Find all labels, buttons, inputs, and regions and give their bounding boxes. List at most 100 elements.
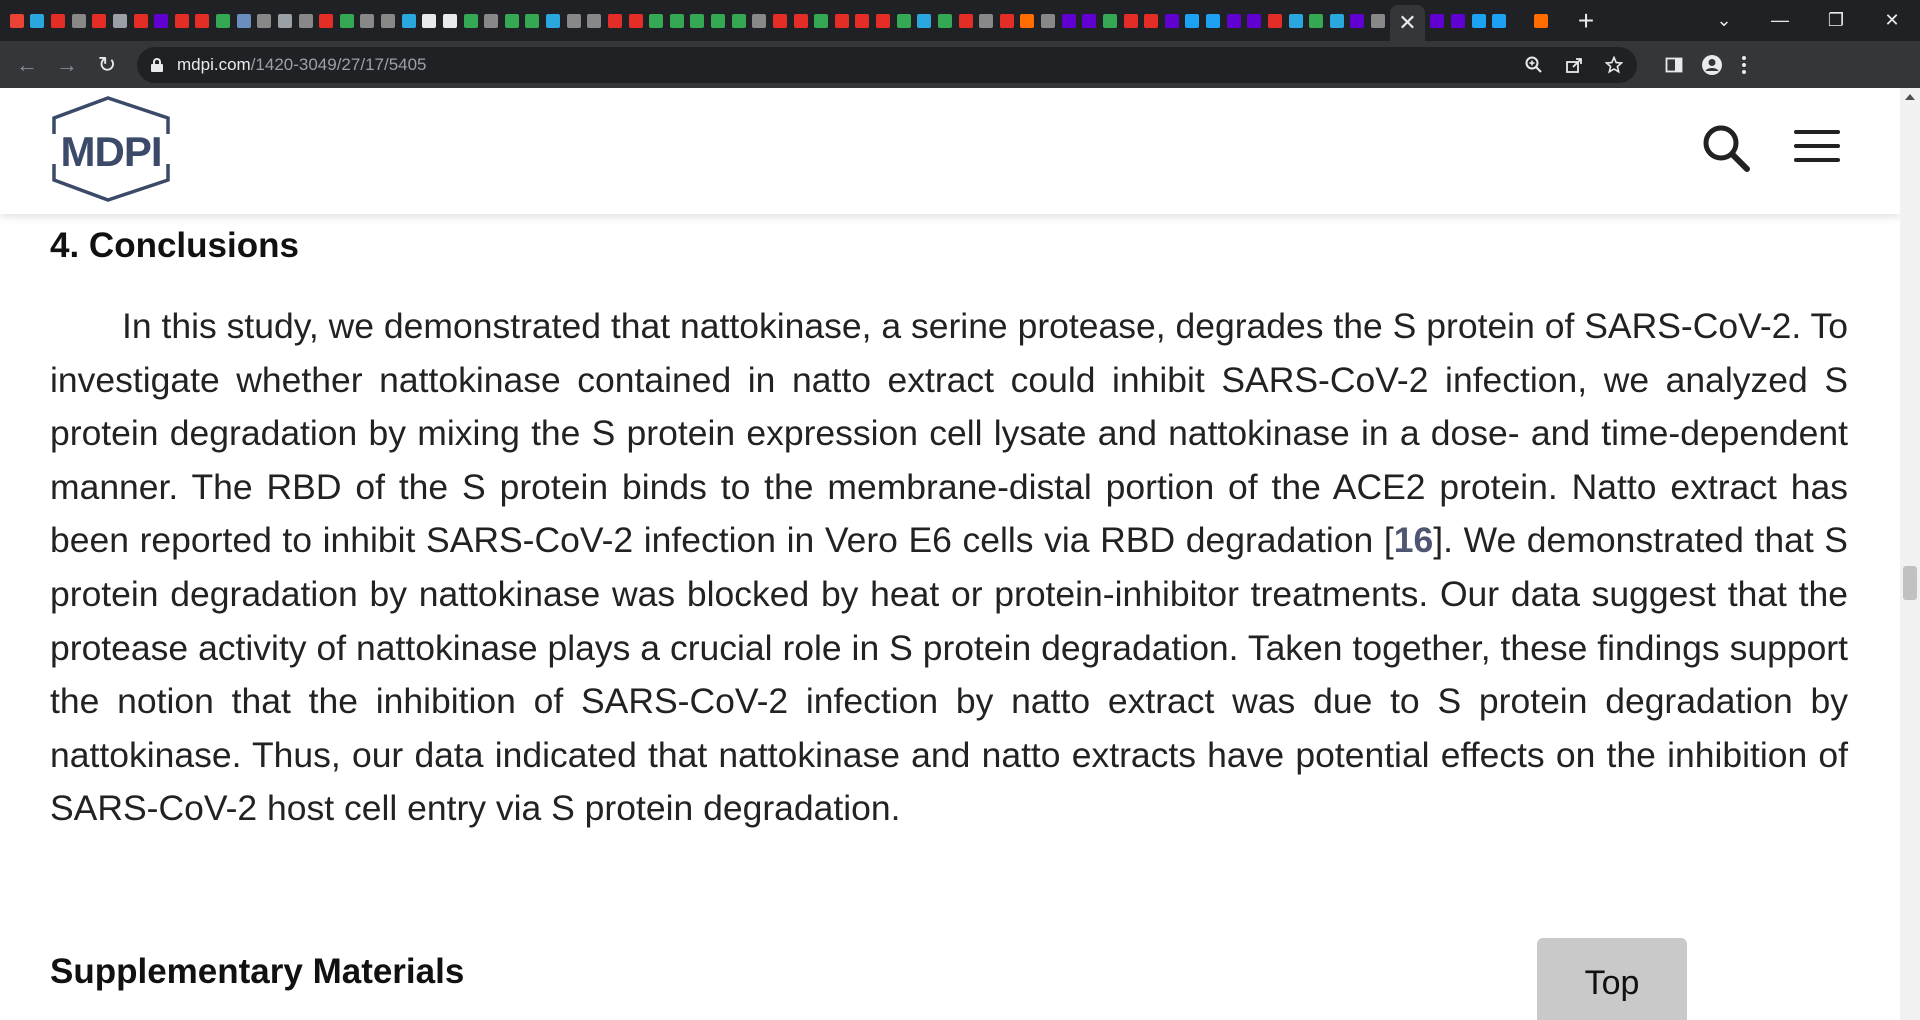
tab-favicon[interactable] bbox=[111, 10, 129, 32]
new-tab-button[interactable]: + bbox=[1566, 0, 1606, 41]
tab-favicon[interactable] bbox=[1328, 10, 1346, 32]
tab-favicon[interactable] bbox=[132, 10, 150, 32]
tab-favicon[interactable] bbox=[214, 10, 232, 32]
tab-favicon[interactable] bbox=[1349, 10, 1367, 32]
minimize-button[interactable]: — bbox=[1752, 0, 1808, 41]
tab-favicon[interactable] bbox=[998, 10, 1016, 32]
tab-favicon[interactable] bbox=[1081, 10, 1099, 32]
tab-favicon[interactable] bbox=[1491, 10, 1509, 32]
back-to-top-button[interactable]: Top bbox=[1537, 938, 1687, 1020]
tab-favicon[interactable] bbox=[482, 10, 500, 32]
favicon-icon bbox=[628, 13, 643, 28]
tab-favicon[interactable] bbox=[1532, 10, 1550, 32]
restore-button[interactable]: ❐ bbox=[1808, 0, 1864, 41]
tab-favicon[interactable] bbox=[49, 10, 67, 32]
tab-favicon[interactable] bbox=[833, 10, 851, 32]
tab-favicon[interactable] bbox=[730, 10, 748, 32]
scroll-up-arrow-icon[interactable] bbox=[1905, 94, 1915, 100]
side-panel-icon[interactable] bbox=[1665, 56, 1683, 74]
tab-favicon[interactable] bbox=[1225, 10, 1243, 32]
tab-favicon[interactable] bbox=[524, 10, 542, 32]
tab-favicon[interactable] bbox=[565, 10, 583, 32]
tab-favicon[interactable] bbox=[1246, 10, 1264, 32]
forward-button[interactable]: → bbox=[47, 45, 87, 85]
reference-link[interactable]: 16 bbox=[1394, 520, 1434, 560]
tab-favicon[interactable] bbox=[647, 10, 665, 32]
tab-favicon[interactable] bbox=[29, 10, 47, 32]
tab-favicon[interactable] bbox=[1142, 10, 1160, 32]
address-bar[interactable]: mdpi.com/1420-3049/27/17/5405 bbox=[137, 46, 1637, 83]
tab-favicon[interactable] bbox=[173, 10, 191, 32]
tab-favicon[interactable] bbox=[689, 10, 707, 32]
mdpi-logo[interactable]: MDPI bbox=[48, 96, 174, 202]
tab-favicon[interactable] bbox=[1204, 10, 1222, 32]
tab-favicon[interactable] bbox=[400, 10, 418, 32]
tab-favicon[interactable] bbox=[751, 10, 769, 32]
tab-favicon[interactable] bbox=[1511, 10, 1529, 32]
tab-favicon[interactable] bbox=[668, 10, 686, 32]
tab-favicon[interactable] bbox=[1369, 10, 1387, 32]
kebab-menu-icon[interactable] bbox=[1741, 55, 1747, 75]
tab-favicon[interactable] bbox=[627, 10, 645, 32]
tab-favicon[interactable] bbox=[91, 10, 109, 32]
reload-button[interactable]: ↻ bbox=[87, 45, 127, 85]
tab-favicon[interactable] bbox=[812, 10, 830, 32]
tab-favicon[interactable] bbox=[895, 10, 913, 32]
tab-favicon[interactable] bbox=[359, 10, 377, 32]
tab-favicon[interactable] bbox=[297, 10, 315, 32]
tab-favicon[interactable] bbox=[338, 10, 356, 32]
tab-favicon[interactable] bbox=[1101, 10, 1119, 32]
tab-favicon[interactable] bbox=[70, 10, 88, 32]
tab-favicon[interactable] bbox=[936, 10, 954, 32]
tab-favicon[interactable] bbox=[874, 10, 892, 32]
page-scrollbar[interactable] bbox=[1900, 88, 1920, 1020]
tab-favicon[interactable] bbox=[957, 10, 975, 32]
tab-favicon[interactable] bbox=[379, 10, 397, 32]
scroll-thumb[interactable] bbox=[1903, 566, 1917, 600]
tab-favicon[interactable] bbox=[586, 10, 604, 32]
tab-favicon[interactable] bbox=[194, 10, 212, 32]
back-button[interactable]: ← bbox=[7, 45, 47, 85]
tab-favicon[interactable] bbox=[317, 10, 335, 32]
tab-favicon[interactable] bbox=[1019, 10, 1037, 32]
tab-favicon[interactable] bbox=[977, 10, 995, 32]
tab-favicon[interactable] bbox=[462, 10, 480, 32]
tab-favicon[interactable] bbox=[606, 10, 624, 32]
profile-avatar-icon[interactable] bbox=[1701, 54, 1723, 76]
window-close-button[interactable]: ✕ bbox=[1864, 0, 1920, 41]
tab-favicon[interactable] bbox=[544, 10, 562, 32]
bookmark-star-icon[interactable] bbox=[1605, 55, 1623, 74]
tab-favicon[interactable] bbox=[1122, 10, 1140, 32]
share-icon[interactable] bbox=[1565, 56, 1583, 74]
zoom-icon[interactable] bbox=[1525, 56, 1543, 74]
tab-favicon[interactable] bbox=[1307, 10, 1325, 32]
tab-favicon[interactable] bbox=[1449, 10, 1467, 32]
tab-favicon[interactable] bbox=[854, 10, 872, 32]
tab-favicon[interactable] bbox=[256, 10, 274, 32]
tab-favicon[interactable] bbox=[152, 10, 170, 32]
tab-favicon[interactable] bbox=[503, 10, 521, 32]
site-search-button[interactable] bbox=[1702, 124, 1750, 172]
tab-favicon[interactable] bbox=[1429, 10, 1447, 32]
tab-search-dropdown-button[interactable]: ⌄ bbox=[1696, 0, 1752, 41]
hamburger-menu-icon[interactable] bbox=[1794, 130, 1840, 164]
tab-favicon[interactable] bbox=[1060, 10, 1078, 32]
tab-favicon[interactable] bbox=[276, 10, 294, 32]
tab-favicon[interactable] bbox=[1163, 10, 1181, 32]
tab-favicon[interactable] bbox=[235, 10, 253, 32]
tab-favicon[interactable] bbox=[441, 10, 459, 32]
tab-favicon[interactable] bbox=[916, 10, 934, 32]
tab-favicon[interactable] bbox=[1287, 10, 1305, 32]
tab-favicon[interactable] bbox=[421, 10, 439, 32]
tab-favicon[interactable] bbox=[1039, 10, 1057, 32]
tab-favicon[interactable] bbox=[1184, 10, 1202, 32]
lock-icon[interactable] bbox=[151, 57, 163, 72]
tab-favicon[interactable] bbox=[709, 10, 727, 32]
tab-favicon[interactable] bbox=[792, 10, 810, 32]
tab-favicon[interactable] bbox=[1470, 10, 1488, 32]
active-tab-close-button[interactable]: ✕ bbox=[1389, 5, 1426, 41]
tab-favicon[interactable] bbox=[771, 10, 789, 32]
tab-favicon[interactable] bbox=[1266, 10, 1284, 32]
tab-favicon[interactable] bbox=[8, 10, 26, 32]
favicon-icon bbox=[174, 13, 189, 28]
